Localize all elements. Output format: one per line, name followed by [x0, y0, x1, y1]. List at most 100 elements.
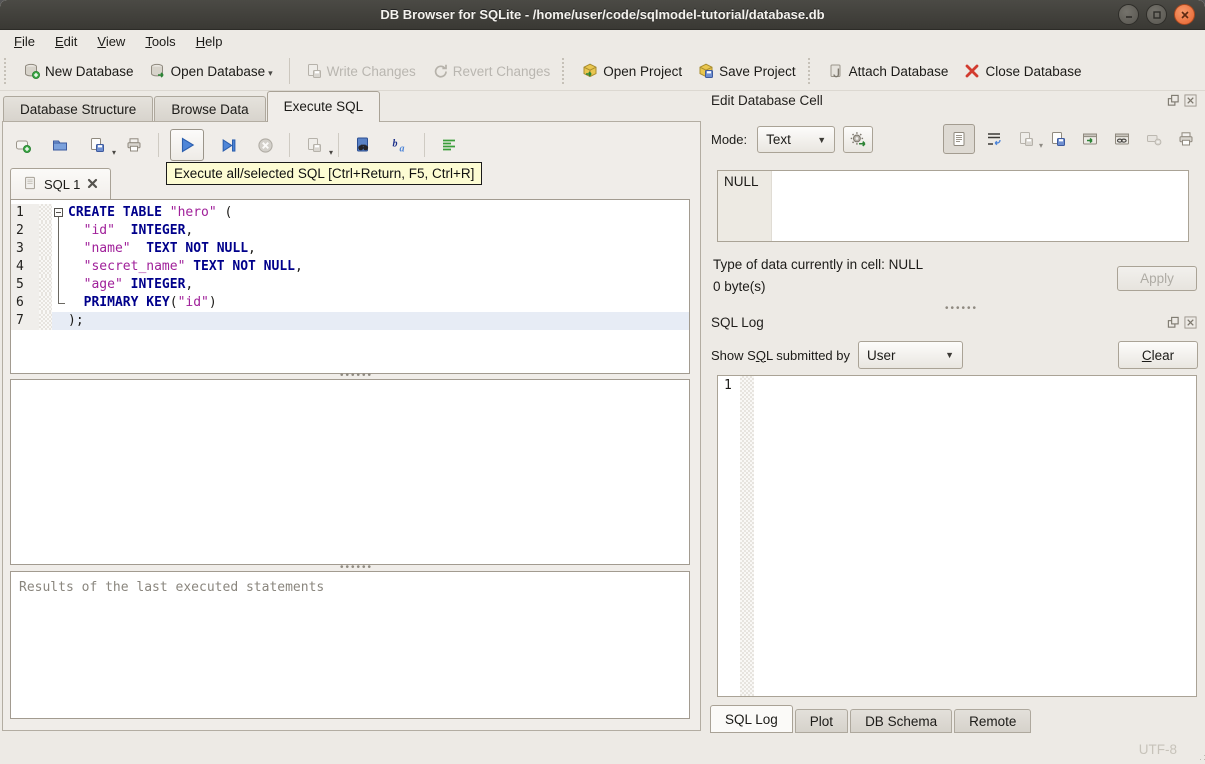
tab-database-structure[interactable]: Database Structure	[3, 96, 154, 122]
print-cell-button[interactable]	[1173, 126, 1199, 152]
toolbar-button-label: Write Changes	[326, 63, 416, 79]
menu-view[interactable]: View	[87, 32, 135, 51]
word-wrap-button[interactable]	[981, 126, 1007, 152]
apply-button[interactable]: Apply	[1117, 266, 1197, 291]
toolbar-button-label: Save Project	[719, 63, 796, 79]
set-null-button[interactable]	[1141, 126, 1167, 152]
auto-switch-mode-button[interactable]	[843, 126, 874, 153]
editor-line[interactable]: 4 "secret_name" TEXT NOT NULL,	[11, 258, 689, 276]
line-number: 1	[11, 204, 39, 222]
main-toolbar: New Database Open Database ▾ Write Changes R…	[0, 52, 1205, 91]
auto-completion-button[interactable]: ba	[387, 132, 413, 158]
toolbar-button-label: Revert Changes	[452, 63, 551, 79]
toolbar-handle[interactable]	[4, 58, 12, 84]
save-sql-file-button[interactable]: ▾	[84, 132, 116, 158]
new-database-button[interactable]: New Database	[16, 58, 142, 84]
toolbar-separator	[424, 133, 425, 157]
titlebar[interactable]: DB Browser for SQLite - /home/user/code/…	[0, 0, 1205, 30]
new-tab-button[interactable]	[10, 132, 36, 158]
results-grid[interactable]	[10, 379, 690, 565]
chevron-down-icon[interactable]: ▾	[112, 148, 116, 157]
clear-log-button[interactable]: Clear	[1118, 341, 1198, 369]
tab-plot[interactable]: Plot	[794, 709, 849, 733]
resize-grip[interactable]	[1200, 759, 1201, 760]
copy-link-button[interactable]	[1109, 126, 1135, 152]
close-panel-icon[interactable]	[1184, 94, 1197, 107]
float-panel-icon[interactable]	[1167, 94, 1180, 107]
format-sql-button[interactable]	[436, 132, 462, 158]
close-button[interactable]	[1174, 4, 1195, 25]
close-database-button[interactable]: Close Database	[956, 58, 1089, 84]
cell-editor-area[interactable]	[772, 171, 1188, 241]
float-panel-icon[interactable]	[1167, 316, 1180, 329]
results-message-pane: Results of the last executed statements	[10, 571, 690, 719]
import-from-file-button[interactable]: ▾	[1013, 126, 1043, 152]
write-changes-button[interactable]: Write Changes	[298, 58, 424, 84]
execute-current-line-button[interactable]	[215, 132, 241, 158]
open-in-external-app-button[interactable]	[1077, 126, 1103, 152]
export-to-file-button[interactable]	[1045, 126, 1071, 152]
chevron-down-icon[interactable]: ▾	[268, 68, 273, 79]
find-button[interactable]	[350, 132, 376, 158]
cell-size-info: 0 byte(s)	[713, 279, 766, 294]
app-window: DB Browser for SQLite - /home/user/code/…	[0, 0, 1205, 764]
mode-value: Text	[766, 132, 791, 147]
sql-log-filter-combobox[interactable]: User ▼	[858, 341, 963, 369]
tab-sql-log[interactable]: SQL Log	[710, 705, 793, 733]
print-button[interactable]	[121, 132, 147, 158]
menu-tools[interactable]: Tools	[135, 32, 185, 51]
fold-column	[52, 222, 68, 240]
open-project-button[interactable]: Open Project	[574, 58, 690, 84]
sql-editor[interactable]: 1 CREATE TABLE "hero" (2 "id" INTEGER, 3 "…	[10, 199, 690, 374]
db-new-icon	[24, 63, 40, 79]
open-database-button[interactable]: Open Database ▾	[142, 58, 281, 84]
tab-db-schema[interactable]: DB Schema	[850, 709, 953, 733]
close-tab-icon[interactable]	[87, 177, 98, 191]
fold-margin	[39, 312, 52, 330]
attach-database-button[interactable]: Attach Database	[820, 58, 957, 84]
tab-sql-1[interactable]: SQL 1	[10, 168, 112, 199]
tab-browse-data[interactable]: Browse Data	[154, 96, 266, 122]
maximize-button[interactable]	[1146, 4, 1167, 25]
sql-file-tab-label: SQL 1	[44, 176, 81, 192]
close-panel-icon[interactable]	[1184, 316, 1197, 329]
svg-text:b: b	[393, 139, 398, 150]
editor-line[interactable]: 7);	[11, 312, 689, 330]
toolbar-button-label: New Database	[45, 63, 134, 79]
mode-combobox[interactable]: Text ▼	[757, 126, 836, 153]
toolbar-handle[interactable]	[562, 58, 570, 84]
text-view-button[interactable]	[943, 124, 975, 154]
editor-line[interactable]: 5 "age" INTEGER,	[11, 276, 689, 294]
chevron-down-icon[interactable]: ▾	[329, 148, 333, 157]
code-text: "secret_name" TEXT NOT NULL,	[68, 258, 689, 276]
splitter-handle[interactable]: ••••••	[340, 563, 373, 573]
tab-remote[interactable]: Remote	[954, 709, 1032, 733]
fold-marker-icon[interactable]	[52, 204, 68, 222]
sql-log-view[interactable]: 1	[717, 375, 1197, 697]
splitter-handle[interactable]: ••••••	[945, 304, 978, 314]
line-number: 6	[11, 294, 39, 312]
execute-all-button[interactable]	[170, 129, 204, 161]
save-results-button[interactable]: ▾	[301, 132, 333, 158]
minimize-button[interactable]	[1118, 4, 1139, 25]
editor-line[interactable]: 3 "name" TEXT NOT NULL,	[11, 240, 689, 258]
stop-button[interactable]	[252, 132, 278, 158]
toolbar-handle[interactable]	[807, 58, 816, 84]
encoding-indicator[interactable]: UTF-8	[1139, 742, 1177, 757]
proj-open-icon	[582, 63, 598, 79]
editor-line[interactable]: 6 PRIMARY KEY("id")	[11, 294, 689, 312]
toolbar-button-label: Attach Database	[848, 63, 949, 79]
cell-editor[interactable]: NULL	[717, 170, 1189, 242]
menu-help[interactable]: Help	[186, 32, 233, 51]
splitter-handle[interactable]: ••••••	[340, 370, 373, 380]
editor-line[interactable]: 2 "id" INTEGER,	[11, 222, 689, 240]
menu-edit[interactable]: Edit	[45, 32, 87, 51]
revert-changes-button[interactable]: Revert Changes	[424, 58, 559, 84]
menu-file[interactable]: File	[4, 32, 45, 51]
editor-line[interactable]: 1 CREATE TABLE "hero" (	[11, 204, 689, 222]
close-db-icon	[964, 63, 980, 79]
save-project-button[interactable]: Save Project	[690, 58, 804, 84]
tab-execute-sql[interactable]: Execute SQL	[266, 91, 381, 122]
toolbar-separator	[158, 133, 159, 157]
open-sql-file-button[interactable]	[47, 132, 73, 158]
